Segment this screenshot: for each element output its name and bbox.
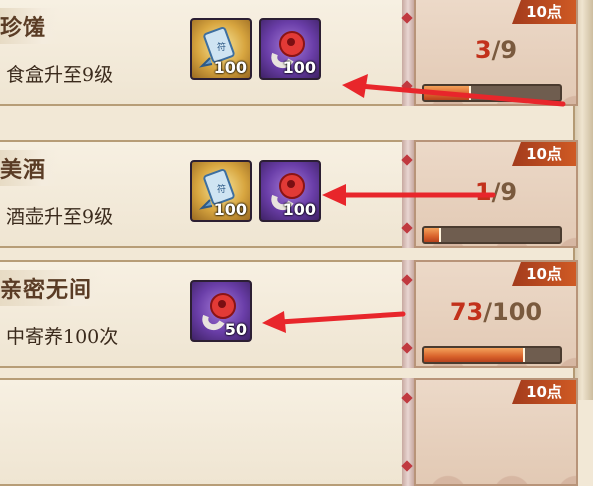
points-badge: 10点 xyxy=(512,142,576,166)
progress-text: 3/9 xyxy=(416,36,576,64)
progress-total: /100 xyxy=(483,298,543,326)
reward-count: 100 xyxy=(213,200,247,219)
reward-slot[interactable]: 符 100 xyxy=(190,18,252,80)
svg-text:符: 符 xyxy=(217,41,226,53)
reward-slot[interactable]: 50 xyxy=(190,280,252,342)
annotation-arrow xyxy=(262,311,406,333)
task-row-4: 10点 xyxy=(0,378,578,486)
reward-slot[interactable]: 100 xyxy=(259,160,321,222)
progress-fill xyxy=(424,228,441,242)
progress-bar xyxy=(422,346,562,364)
progress-total: /9 xyxy=(491,36,518,64)
task-description: 酒壶升至9级 xyxy=(6,206,114,228)
panel-divider xyxy=(402,378,414,486)
svg-text:符: 符 xyxy=(217,183,226,195)
task-title: 珍馐 xyxy=(0,8,61,44)
task-title: 美酒 xyxy=(0,150,61,186)
progress-text: 73/100 xyxy=(416,298,576,326)
reward-count: 100 xyxy=(282,200,316,219)
reward-count: 50 xyxy=(224,320,247,339)
points-badge: 10点 xyxy=(512,0,576,24)
points-badge: 10点 xyxy=(512,262,576,286)
reward-count: 100 xyxy=(282,58,316,77)
progress-panel: 10点 73/100 xyxy=(414,260,578,368)
annotation-arrow xyxy=(342,74,566,107)
progress-fill xyxy=(424,348,526,362)
task-description: 中寄养100次 xyxy=(6,326,119,348)
reward-slot[interactable]: 100 xyxy=(259,18,321,80)
reward-count: 100 xyxy=(213,58,247,77)
task-panel xyxy=(0,378,404,486)
progress-panel: 10点 xyxy=(414,378,578,486)
points-badge: 10点 xyxy=(512,380,576,404)
task-description: 食盒升至9级 xyxy=(6,64,114,86)
progress-current: 73 xyxy=(449,298,484,326)
annotation-arrow xyxy=(322,184,496,206)
progress-bar xyxy=(422,226,562,244)
progress-current: 3 xyxy=(474,36,492,64)
reward-slot[interactable]: 符 100 xyxy=(190,160,252,222)
task-title: 亲密无间 xyxy=(0,270,107,306)
